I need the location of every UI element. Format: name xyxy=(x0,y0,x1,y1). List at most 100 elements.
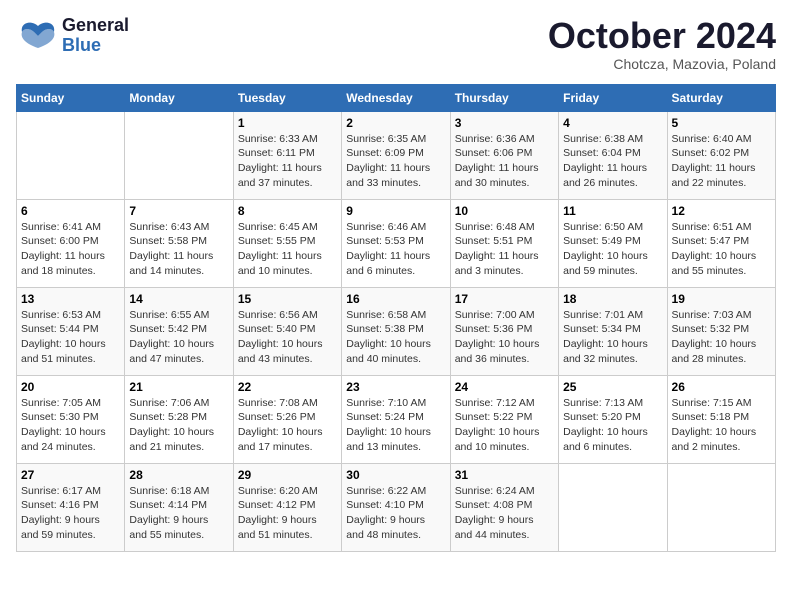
day-number: 27 xyxy=(21,468,120,482)
calendar-cell: 9Sunrise: 6:46 AM Sunset: 5:53 PM Daylig… xyxy=(342,199,450,287)
calendar-cell: 3 Sunrise: 6:36 AM Sunset: 6:06 PM Daylig… xyxy=(450,111,558,199)
day-info: Sunrise: 6:18 AM Sunset: 4:14 PM Dayligh… xyxy=(129,484,228,543)
calendar-cell xyxy=(667,463,775,551)
calendar-week-5: 27 Sunrise: 6:17 AM Sunset: 4:16 PM Dayli… xyxy=(17,463,776,551)
day-info: Sunrise: 6:38 AM Sunset: 6:04 PM Dayligh… xyxy=(563,132,662,191)
logo-general: General xyxy=(62,16,129,36)
day-number: 29 xyxy=(238,468,337,482)
calendar-cell: 29 Sunrise: 6:20 AM Sunset: 4:12 PM Dayli… xyxy=(233,463,341,551)
day-info: Sunrise: 6:50 AM Sunset: 5:49 PM Dayligh… xyxy=(563,220,662,279)
day-info: Sunrise: 6:58 AM Sunset: 5:38 PM Dayligh… xyxy=(346,308,445,367)
day-info: Sunrise: 7:08 AM Sunset: 5:26 PM Dayligh… xyxy=(238,396,337,455)
day-info: Sunrise: 6:24 AM Sunset: 4:08 PM Dayligh… xyxy=(455,484,554,543)
day-number: 2 xyxy=(346,116,445,130)
calendar-cell: 28Sunrise: 6:18 AM Sunset: 4:14 PM Dayli… xyxy=(125,463,233,551)
logo-blue: Blue xyxy=(62,36,129,56)
day-info: Sunrise: 6:33 AM Sunset: 6:11 PM Dayligh… xyxy=(238,132,337,191)
day-number: 6 xyxy=(21,204,120,218)
day-number: 11 xyxy=(563,204,662,218)
calendar-cell: 15Sunrise: 6:56 AM Sunset: 5:40 PM Dayli… xyxy=(233,287,341,375)
day-number: 8 xyxy=(238,204,337,218)
day-number: 19 xyxy=(672,292,771,306)
calendar-cell: 10 Sunrise: 6:48 AM Sunset: 5:51 PM Dayli… xyxy=(450,199,558,287)
calendar-cell: 25Sunrise: 7:13 AM Sunset: 5:20 PM Dayli… xyxy=(559,375,667,463)
day-info: Sunrise: 6:53 AM Sunset: 5:44 PM Dayligh… xyxy=(21,308,120,367)
day-info: Sunrise: 7:10 AM Sunset: 5:24 PM Dayligh… xyxy=(346,396,445,455)
day-info: Sunrise: 7:15 AM Sunset: 5:18 PM Dayligh… xyxy=(672,396,771,455)
day-info: Sunrise: 7:00 AM Sunset: 5:36 PM Dayligh… xyxy=(455,308,554,367)
day-number: 16 xyxy=(346,292,445,306)
day-info: Sunrise: 7:13 AM Sunset: 5:20 PM Dayligh… xyxy=(563,396,662,455)
calendar-cell xyxy=(559,463,667,551)
day-number: 10 xyxy=(455,204,554,218)
calendar-cell: 18 Sunrise: 7:01 AM Sunset: 5:34 PM Dayli… xyxy=(559,287,667,375)
day-number: 24 xyxy=(455,380,554,394)
calendar-cell: 17 Sunrise: 7:00 AM Sunset: 5:36 PM Dayli… xyxy=(450,287,558,375)
logo-icon xyxy=(16,18,60,54)
calendar-cell xyxy=(125,111,233,199)
day-info: Sunrise: 6:40 AM Sunset: 6:02 PM Dayligh… xyxy=(672,132,771,191)
day-number: 13 xyxy=(21,292,120,306)
day-number: 23 xyxy=(346,380,445,394)
calendar-header: Sunday Monday Tuesday Wednesday Thursday… xyxy=(17,84,776,111)
day-info: Sunrise: 6:48 AM Sunset: 5:51 PM Dayligh… xyxy=(455,220,554,279)
calendar-cell: 7 Sunrise: 6:43 AM Sunset: 5:58 PM Daylig… xyxy=(125,199,233,287)
calendar-cell: 27 Sunrise: 6:17 AM Sunset: 4:16 PM Dayli… xyxy=(17,463,125,551)
page-header: General Blue October 2024 Chotcza, Mazov… xyxy=(16,16,776,72)
calendar-week-4: 20 Sunrise: 7:05 AM Sunset: 5:30 PM Dayli… xyxy=(17,375,776,463)
calendar-table: Sunday Monday Tuesday Wednesday Thursday… xyxy=(16,84,776,552)
calendar-cell: 8 Sunrise: 6:45 AM Sunset: 5:55 PM Daylig… xyxy=(233,199,341,287)
calendar-cell: 21 Sunrise: 7:06 AM Sunset: 5:28 PM Dayli… xyxy=(125,375,233,463)
header-friday: Friday xyxy=(559,84,667,111)
day-info: Sunrise: 6:45 AM Sunset: 5:55 PM Dayligh… xyxy=(238,220,337,279)
calendar-cell: 5Sunrise: 6:40 AM Sunset: 6:02 PM Daylig… xyxy=(667,111,775,199)
day-number: 3 xyxy=(455,116,554,130)
day-number: 18 xyxy=(563,292,662,306)
day-number: 26 xyxy=(672,380,771,394)
calendar-cell: 20 Sunrise: 7:05 AM Sunset: 5:30 PM Dayli… xyxy=(17,375,125,463)
calendar-week-2: 6 Sunrise: 6:41 AM Sunset: 6:00 PM Daylig… xyxy=(17,199,776,287)
month-title: October 2024 xyxy=(548,16,776,56)
day-info: Sunrise: 6:41 AM Sunset: 6:00 PM Dayligh… xyxy=(21,220,120,279)
header-tuesday: Tuesday xyxy=(233,84,341,111)
day-info: Sunrise: 6:55 AM Sunset: 5:42 PM Dayligh… xyxy=(129,308,228,367)
day-number: 20 xyxy=(21,380,120,394)
calendar-cell: 11 Sunrise: 6:50 AM Sunset: 5:49 PM Dayli… xyxy=(559,199,667,287)
header-thursday: Thursday xyxy=(450,84,558,111)
day-info: Sunrise: 6:20 AM Sunset: 4:12 PM Dayligh… xyxy=(238,484,337,543)
day-info: Sunrise: 7:05 AM Sunset: 5:30 PM Dayligh… xyxy=(21,396,120,455)
day-number: 1 xyxy=(238,116,337,130)
day-info: Sunrise: 7:12 AM Sunset: 5:22 PM Dayligh… xyxy=(455,396,554,455)
day-info: Sunrise: 6:22 AM Sunset: 4:10 PM Dayligh… xyxy=(346,484,445,543)
day-info: Sunrise: 6:46 AM Sunset: 5:53 PM Dayligh… xyxy=(346,220,445,279)
title-block: October 2024 Chotcza, Mazovia, Poland xyxy=(548,16,776,72)
day-info: Sunrise: 7:01 AM Sunset: 5:34 PM Dayligh… xyxy=(563,308,662,367)
day-number: 17 xyxy=(455,292,554,306)
day-number: 31 xyxy=(455,468,554,482)
day-number: 12 xyxy=(672,204,771,218)
header-monday: Monday xyxy=(125,84,233,111)
calendar-cell: 1 Sunrise: 6:33 AM Sunset: 6:11 PM Daylig… xyxy=(233,111,341,199)
day-info: Sunrise: 6:43 AM Sunset: 5:58 PM Dayligh… xyxy=(129,220,228,279)
day-info: Sunrise: 6:36 AM Sunset: 6:06 PM Dayligh… xyxy=(455,132,554,191)
calendar-cell: 24 Sunrise: 7:12 AM Sunset: 5:22 PM Dayli… xyxy=(450,375,558,463)
calendar-cell: 16 Sunrise: 6:58 AM Sunset: 5:38 PM Dayli… xyxy=(342,287,450,375)
day-number: 22 xyxy=(238,380,337,394)
calendar-cell: 30Sunrise: 6:22 AM Sunset: 4:10 PM Dayli… xyxy=(342,463,450,551)
day-number: 21 xyxy=(129,380,228,394)
calendar-week-1: 1 Sunrise: 6:33 AM Sunset: 6:11 PM Daylig… xyxy=(17,111,776,199)
calendar-cell: 22 Sunrise: 7:08 AM Sunset: 5:26 PM Dayli… xyxy=(233,375,341,463)
header-wednesday: Wednesday xyxy=(342,84,450,111)
day-number: 14 xyxy=(129,292,228,306)
header-saturday: Saturday xyxy=(667,84,775,111)
day-info: Sunrise: 6:17 AM Sunset: 4:16 PM Dayligh… xyxy=(21,484,120,543)
day-info: Sunrise: 6:51 AM Sunset: 5:47 PM Dayligh… xyxy=(672,220,771,279)
day-number: 7 xyxy=(129,204,228,218)
calendar-cell: 14 Sunrise: 6:55 AM Sunset: 5:42 PM Dayli… xyxy=(125,287,233,375)
day-number: 15 xyxy=(238,292,337,306)
day-info: Sunrise: 7:06 AM Sunset: 5:28 PM Dayligh… xyxy=(129,396,228,455)
calendar-cell: 2Sunrise: 6:35 AM Sunset: 6:09 PM Daylig… xyxy=(342,111,450,199)
logo: General Blue xyxy=(16,16,129,56)
calendar-cell: 31 Sunrise: 6:24 AM Sunset: 4:08 PM Dayli… xyxy=(450,463,558,551)
day-info: Sunrise: 7:03 AM Sunset: 5:32 PM Dayligh… xyxy=(672,308,771,367)
